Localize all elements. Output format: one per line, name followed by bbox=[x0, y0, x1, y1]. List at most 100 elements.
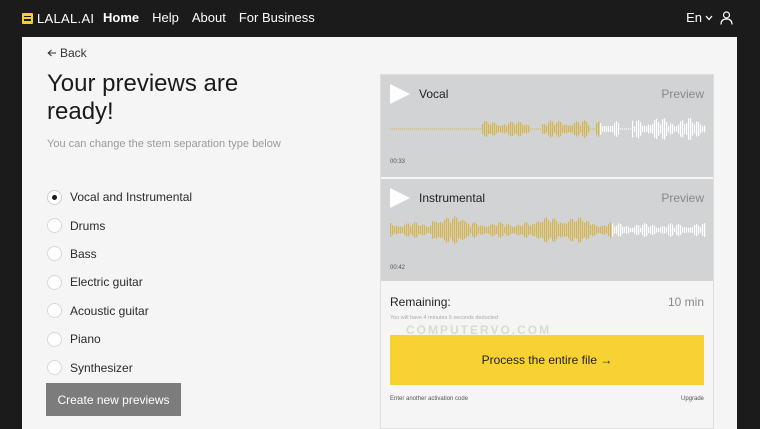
waveform-bar bbox=[468, 223, 470, 237]
waveform-bar bbox=[484, 121, 486, 137]
option-acoustic-guitar[interactable]: Acoustic guitar bbox=[47, 297, 192, 325]
waveform-bar bbox=[648, 227, 650, 233]
waveform-bar bbox=[662, 119, 664, 139]
waveform-bar bbox=[522, 225, 524, 235]
waveform-bar bbox=[466, 222, 468, 238]
waveform-bar bbox=[670, 223, 672, 237]
waveform-bar bbox=[562, 223, 564, 237]
waveform-bar bbox=[516, 225, 518, 235]
language-selector[interactable]: En bbox=[686, 10, 713, 25]
waveform-bar bbox=[674, 126, 676, 132]
nav-help[interactable]: Help bbox=[152, 10, 179, 25]
waveform-bar bbox=[618, 223, 620, 237]
upgrade-link[interactable]: Upgrade bbox=[681, 396, 704, 402]
process-entire-file-button[interactable]: Process the entire file → bbox=[390, 335, 704, 385]
waveform-bar bbox=[408, 128, 410, 130]
play-icon[interactable] bbox=[390, 84, 410, 104]
waveform-bar bbox=[566, 124, 568, 134]
waveform-bar bbox=[490, 124, 492, 134]
waveform-bar bbox=[524, 125, 526, 133]
waveform-bar bbox=[594, 128, 596, 130]
nav-home[interactable]: Home bbox=[103, 10, 139, 25]
track-name: Vocal bbox=[419, 87, 449, 101]
waveform-bar bbox=[424, 128, 426, 130]
waveform-bar bbox=[422, 128, 424, 130]
waveform-bar bbox=[424, 225, 426, 235]
waveform-bar bbox=[614, 226, 616, 234]
nav-about[interactable]: About bbox=[192, 10, 226, 25]
waveform-bar bbox=[498, 125, 500, 133]
waveform-bar bbox=[618, 123, 620, 135]
waveform-bar bbox=[666, 121, 668, 137]
waveform-bar bbox=[458, 221, 460, 239]
user-icon[interactable] bbox=[720, 11, 733, 25]
waveform-bar bbox=[674, 227, 676, 233]
waveform-bar bbox=[560, 121, 562, 137]
waveform-bar bbox=[520, 225, 522, 235]
waveform-bar bbox=[504, 226, 506, 234]
waveform-bar bbox=[530, 128, 532, 130]
option-synthesizer[interactable]: Synthesizer bbox=[47, 353, 192, 381]
waveform-bar bbox=[582, 221, 584, 239]
waveform-bar bbox=[436, 128, 438, 130]
waveform-bar bbox=[488, 123, 490, 135]
option-bass[interactable]: Bass bbox=[47, 240, 192, 268]
back-link[interactable]: Back bbox=[47, 46, 87, 60]
content-panel: Back Your previews are ready! You can ch… bbox=[22, 37, 737, 429]
waveform-bar bbox=[688, 118, 690, 140]
waveform-bar bbox=[482, 123, 484, 135]
waveform-bar bbox=[478, 226, 480, 234]
option-piano[interactable]: Piano bbox=[47, 325, 192, 353]
waveform-bar bbox=[672, 224, 674, 236]
waveform-bar bbox=[394, 128, 396, 130]
create-new-previews-button[interactable]: Create new previews bbox=[46, 383, 181, 416]
waveform-bar bbox=[438, 222, 440, 238]
waveform-bar bbox=[496, 225, 498, 235]
option-drums[interactable]: Drums bbox=[47, 211, 192, 239]
waveform-bar bbox=[510, 225, 512, 235]
waveform-bar bbox=[534, 128, 536, 130]
waveform-bar bbox=[432, 221, 434, 239]
waveform-bar bbox=[494, 122, 496, 136]
waveform-bar bbox=[480, 225, 482, 235]
waveform-bar bbox=[532, 223, 534, 237]
radio-button[interactable] bbox=[47, 274, 62, 290]
stem-type-options: Vocal and Instrumental Drums Bass Electr… bbox=[47, 183, 192, 382]
activation-code-link[interactable]: Enter another activation code bbox=[390, 396, 468, 402]
waveform-bar bbox=[416, 128, 418, 130]
waveform-bar bbox=[690, 118, 692, 140]
waveform-bar bbox=[526, 222, 528, 238]
waveform-bar bbox=[664, 118, 666, 140]
radio-button[interactable] bbox=[47, 303, 62, 319]
waveform-bar bbox=[592, 223, 594, 237]
option-electric-guitar[interactable]: Electric guitar bbox=[47, 268, 192, 296]
waveform-bar bbox=[486, 226, 488, 234]
waveform-bar bbox=[576, 221, 578, 239]
radio-button[interactable] bbox=[47, 218, 62, 234]
logo[interactable]: LALAL.AI bbox=[22, 10, 94, 26]
waveform-bar bbox=[456, 217, 458, 243]
radio-button[interactable] bbox=[47, 360, 62, 376]
waveform-instrumental[interactable] bbox=[390, 212, 706, 248]
waveform-bar bbox=[612, 125, 614, 133]
waveform-bar bbox=[620, 128, 622, 130]
waveform-bar bbox=[530, 225, 532, 235]
play-icon[interactable] bbox=[390, 188, 410, 208]
waveform-bar bbox=[598, 121, 600, 137]
waveform-bar bbox=[446, 128, 448, 130]
radio-button[interactable] bbox=[47, 331, 62, 347]
waveform-vocal[interactable] bbox=[390, 111, 706, 147]
waveform-bar bbox=[462, 219, 464, 241]
option-vocal-instrumental[interactable]: Vocal and Instrumental bbox=[47, 183, 192, 211]
radio-button[interactable] bbox=[47, 189, 62, 205]
nav-for-business[interactable]: For Business bbox=[239, 10, 315, 25]
waveform-bar bbox=[412, 224, 414, 236]
waveform-bar bbox=[538, 221, 540, 239]
waveform-bar bbox=[452, 218, 454, 242]
waveform-bar bbox=[676, 224, 678, 236]
waveform-bar bbox=[616, 225, 618, 235]
waveform-bar bbox=[400, 128, 402, 130]
waveform-bar bbox=[416, 222, 418, 238]
radio-button[interactable] bbox=[47, 246, 62, 262]
waveform-bar bbox=[550, 222, 552, 238]
